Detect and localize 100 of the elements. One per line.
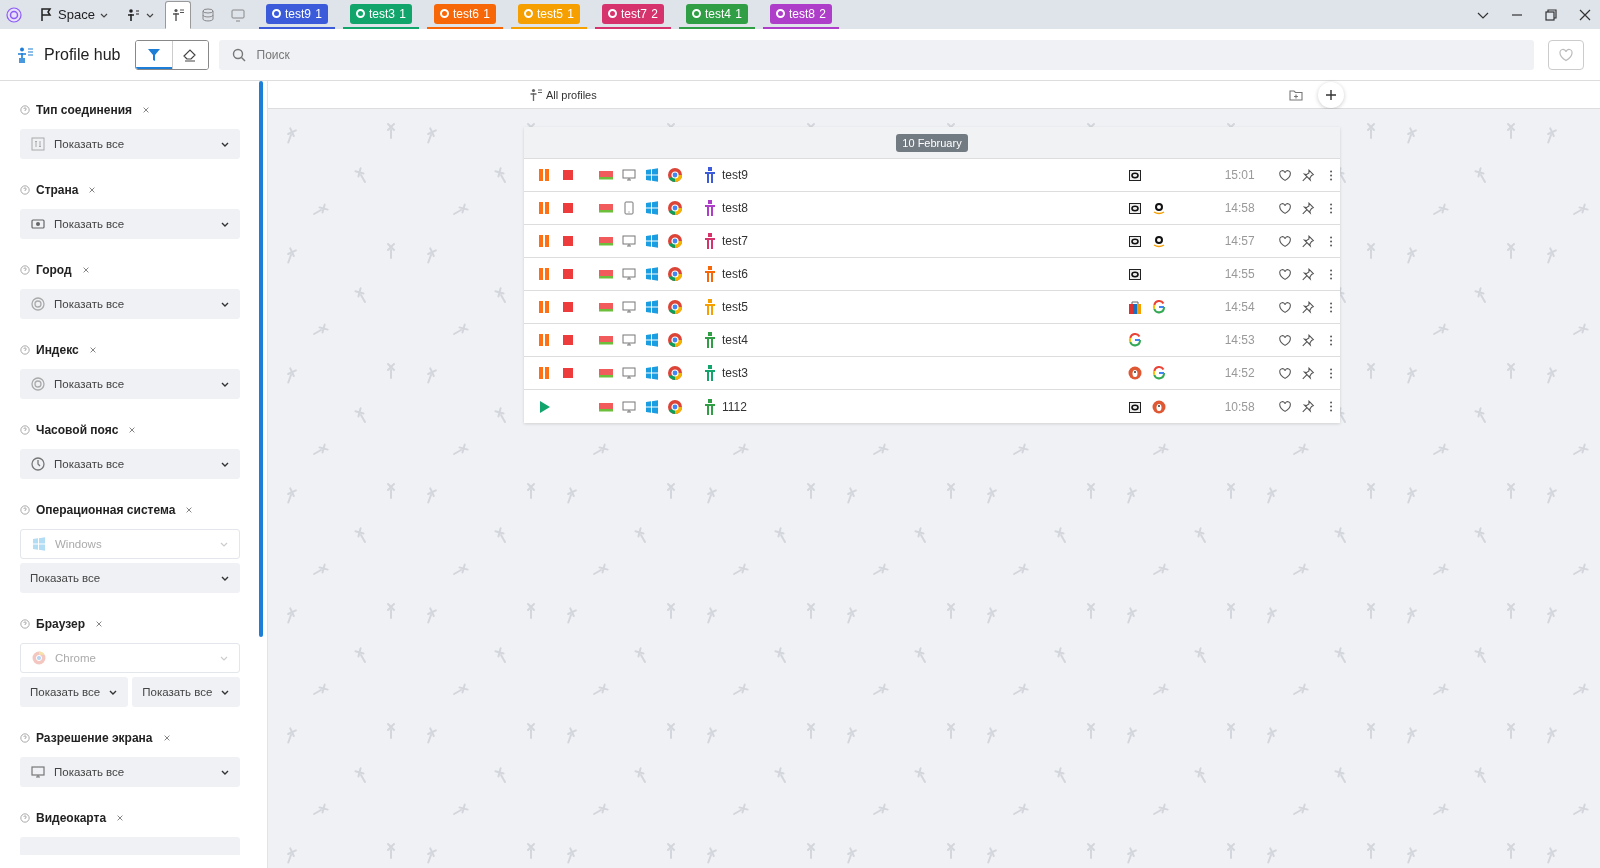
chrome-icon: [667, 167, 684, 183]
person-list-icon: [528, 86, 544, 103]
profiles-view-tab[interactable]: [164, 0, 191, 29]
profile-name[interactable]: test4: [722, 333, 1099, 347]
heart-icon[interactable]: [1277, 167, 1292, 183]
remove-icon[interactable]: [162, 734, 171, 742]
pin-icon[interactable]: [1300, 399, 1315, 414]
pin-icon[interactable]: [1300, 365, 1315, 381]
filter-title: Тип соединения: [36, 103, 133, 117]
pin-icon[interactable]: [1300, 266, 1315, 282]
date-badge: 10 February: [896, 133, 968, 152]
profile-name[interactable]: test6: [722, 267, 1099, 281]
remove-icon[interactable]: [94, 620, 103, 628]
windows-icon: [644, 233, 661, 249]
profile-name[interactable]: test8: [722, 201, 1099, 215]
time-label: 10:58: [1223, 399, 1255, 414]
remove-icon[interactable]: [88, 186, 97, 194]
profile-name[interactable]: test5: [722, 300, 1099, 314]
filter-title: Видеокарта: [36, 811, 107, 825]
time-label: 14:52: [1223, 366, 1255, 380]
filter-select[interactable]: Показать все: [20, 289, 240, 319]
pin-icon[interactable]: [1300, 167, 1315, 183]
profile-name[interactable]: test7: [722, 234, 1099, 248]
stop-icon[interactable]: [560, 233, 576, 249]
add-button[interactable]: [1318, 81, 1344, 108]
chrome-icon: [667, 266, 684, 282]
remove-icon[interactable]: [88, 346, 97, 354]
heart-icon[interactable]: [1277, 399, 1292, 414]
remove-icon[interactable]: [116, 814, 125, 822]
filter-title: Страна: [36, 183, 79, 197]
eraser-button[interactable]: [171, 40, 208, 69]
chrome-icon: [667, 365, 684, 381]
windows-icon: [644, 200, 661, 216]
heart-icon[interactable]: [1277, 332, 1292, 348]
filter-title: Индекс: [36, 343, 79, 357]
flag-icon: [38, 6, 54, 23]
filter-select[interactable]: Показать все: [20, 209, 240, 239]
pin-icon[interactable]: [1300, 233, 1315, 249]
profile-name[interactable]: test3: [722, 366, 1099, 380]
stop-icon[interactable]: [560, 365, 576, 381]
monitor-icon: [229, 6, 246, 23]
pin-icon[interactable]: [1300, 299, 1315, 315]
database-icon: [199, 6, 216, 23]
profile-name[interactable]: test9: [722, 168, 1099, 182]
filter-title: Операционная система: [36, 503, 176, 517]
windows-icon: [644, 365, 661, 381]
filter-select[interactable]: Показать все: [20, 129, 240, 159]
stop-icon[interactable]: [560, 167, 576, 183]
windows-icon: [644, 332, 661, 348]
filter-select[interactable]: Показать все: [20, 757, 240, 787]
remove-icon[interactable]: [185, 506, 194, 514]
heart-icon[interactable]: [1277, 365, 1292, 381]
filter-select[interactable]: Показать все: [20, 369, 240, 399]
badge-icon: [30, 216, 46, 232]
filter-icon: [145, 46, 162, 63]
page-title: Profile hub: [44, 45, 121, 64]
stop-icon[interactable]: [560, 200, 576, 216]
chrome-icon: [31, 650, 47, 666]
remove-icon[interactable]: [128, 426, 137, 434]
time-label: 14:58: [1223, 201, 1255, 215]
heart-icon[interactable]: [1277, 233, 1292, 249]
filter-title: Город: [36, 263, 72, 277]
restore-icon[interactable]: [1543, 6, 1559, 23]
heart-icon[interactable]: [1277, 299, 1292, 315]
pause-icon[interactable]: [536, 167, 552, 183]
pin-icon[interactable]: [1300, 332, 1315, 348]
filter-select[interactable]: Показать все: [132, 677, 241, 707]
heart-icon[interactable]: [1277, 266, 1292, 282]
pause-icon[interactable]: [536, 200, 552, 216]
windows-icon: [644, 266, 661, 282]
windows-icon: [644, 299, 661, 315]
time-label: 14:57: [1223, 234, 1255, 248]
search-field[interactable]: Поиск: [218, 39, 1534, 70]
stop-icon[interactable]: [560, 266, 576, 282]
pin-icon[interactable]: [1300, 200, 1315, 216]
heart-icon[interactable]: [1277, 200, 1292, 216]
remove-icon[interactable]: [81, 266, 90, 274]
pause-icon[interactable]: [536, 299, 552, 315]
app-logo-icon[interactable]: [6, 6, 22, 23]
filter-button[interactable]: [135, 40, 172, 69]
pause-icon[interactable]: [536, 332, 552, 348]
target-icon: [30, 376, 46, 392]
filter-select[interactable]: Показать все: [20, 563, 240, 593]
stop-icon[interactable]: [560, 332, 576, 348]
time-label: 15:01: [1223, 168, 1255, 182]
space-dropdown[interactable]: Space: [32, 0, 115, 29]
remove-icon[interactable]: [142, 106, 151, 114]
profile-name[interactable]: 1112: [722, 399, 1099, 414]
chrome-icon: [667, 398, 684, 415]
time-label: 14:55: [1223, 267, 1255, 281]
chrome-icon: [667, 200, 684, 216]
pause-icon[interactable]: [536, 233, 552, 249]
filter-select[interactable]: Показать все: [20, 449, 240, 479]
monitor-icon: [30, 764, 46, 780]
stop-icon[interactable]: [560, 299, 576, 315]
pause-icon[interactable]: [536, 365, 552, 381]
all-profiles-label: All profiles: [546, 88, 597, 101]
pause-icon[interactable]: [536, 266, 552, 282]
filter-select[interactable]: Показать все: [20, 677, 129, 707]
time-label: 14:53: [1223, 333, 1255, 347]
